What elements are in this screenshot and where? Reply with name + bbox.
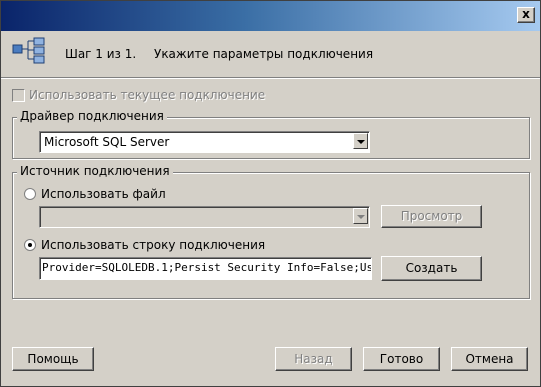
use-connection-string-label: Использовать строку подключения bbox=[41, 238, 266, 252]
chevron-down-icon[interactable] bbox=[353, 133, 368, 149]
browse-button[interactable]: Просмотр bbox=[381, 205, 482, 228]
file-select[interactable] bbox=[39, 206, 370, 228]
close-button[interactable]: x bbox=[517, 7, 535, 23]
chevron-down-icon[interactable] bbox=[353, 208, 368, 224]
use-current-label: Использовать текущее подключение bbox=[29, 88, 266, 102]
connection-wizard-icon bbox=[12, 37, 45, 64]
connection-string-input[interactable]: Provider=SQLOLEDB.1;Persist Security Inf… bbox=[39, 257, 372, 280]
finish-button[interactable]: Готово bbox=[363, 347, 440, 371]
page-title: Укажите параметры подключения bbox=[154, 47, 374, 61]
driver-select-value: Microsoft SQL Server bbox=[44, 135, 170, 149]
step-indicator: Шаг 1 из 1. bbox=[65, 47, 137, 61]
source-group-legend: Источник подключения bbox=[17, 164, 173, 178]
create-button[interactable]: Создать bbox=[381, 256, 482, 281]
dialog-window: x Шаг 1 из 1. Укажите параметры подключе… bbox=[0, 0, 541, 387]
use-file-label: Использовать файл bbox=[41, 187, 166, 201]
use-file-radio[interactable] bbox=[24, 188, 36, 200]
close-icon: x bbox=[522, 7, 530, 21]
header-divider bbox=[1, 77, 540, 79]
driver-select[interactable]: Microsoft SQL Server bbox=[39, 131, 370, 153]
driver-group-legend: Драйвер подключения bbox=[17, 109, 167, 123]
back-button[interactable]: Назад bbox=[275, 347, 352, 371]
use-current-checkbox[interactable] bbox=[12, 89, 25, 102]
title-bar[interactable]: x bbox=[1, 1, 540, 31]
cancel-button[interactable]: Отмена bbox=[451, 347, 528, 371]
help-button[interactable]: Помощь bbox=[12, 347, 94, 371]
use-connection-string-radio[interactable] bbox=[24, 239, 36, 251]
